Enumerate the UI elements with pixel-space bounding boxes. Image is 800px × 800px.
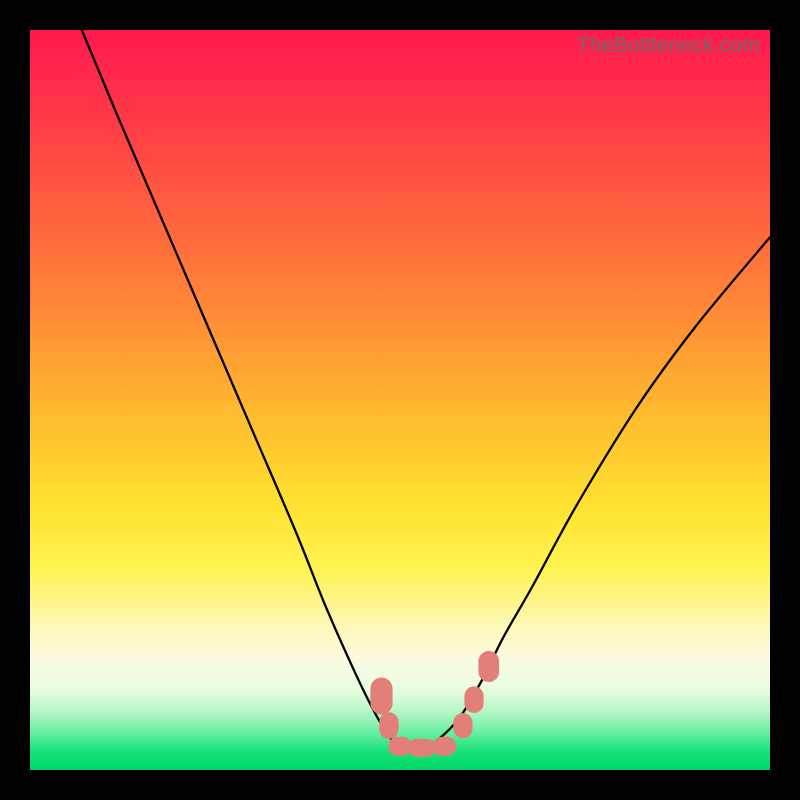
plot-area: TheBottleneck.com	[30, 30, 770, 770]
curve-marker	[370, 678, 392, 715]
bottleneck-curve	[82, 30, 770, 749]
curve-marker	[379, 712, 398, 739]
chart-frame: TheBottleneck.com	[0, 0, 800, 800]
bottleneck-curve-svg	[30, 30, 770, 770]
curve-marker	[478, 651, 499, 682]
curve-markers	[370, 651, 499, 757]
curve-marker	[453, 713, 472, 738]
curve-marker	[408, 739, 436, 757]
curve-marker	[464, 686, 483, 713]
curve-marker	[433, 737, 457, 756]
